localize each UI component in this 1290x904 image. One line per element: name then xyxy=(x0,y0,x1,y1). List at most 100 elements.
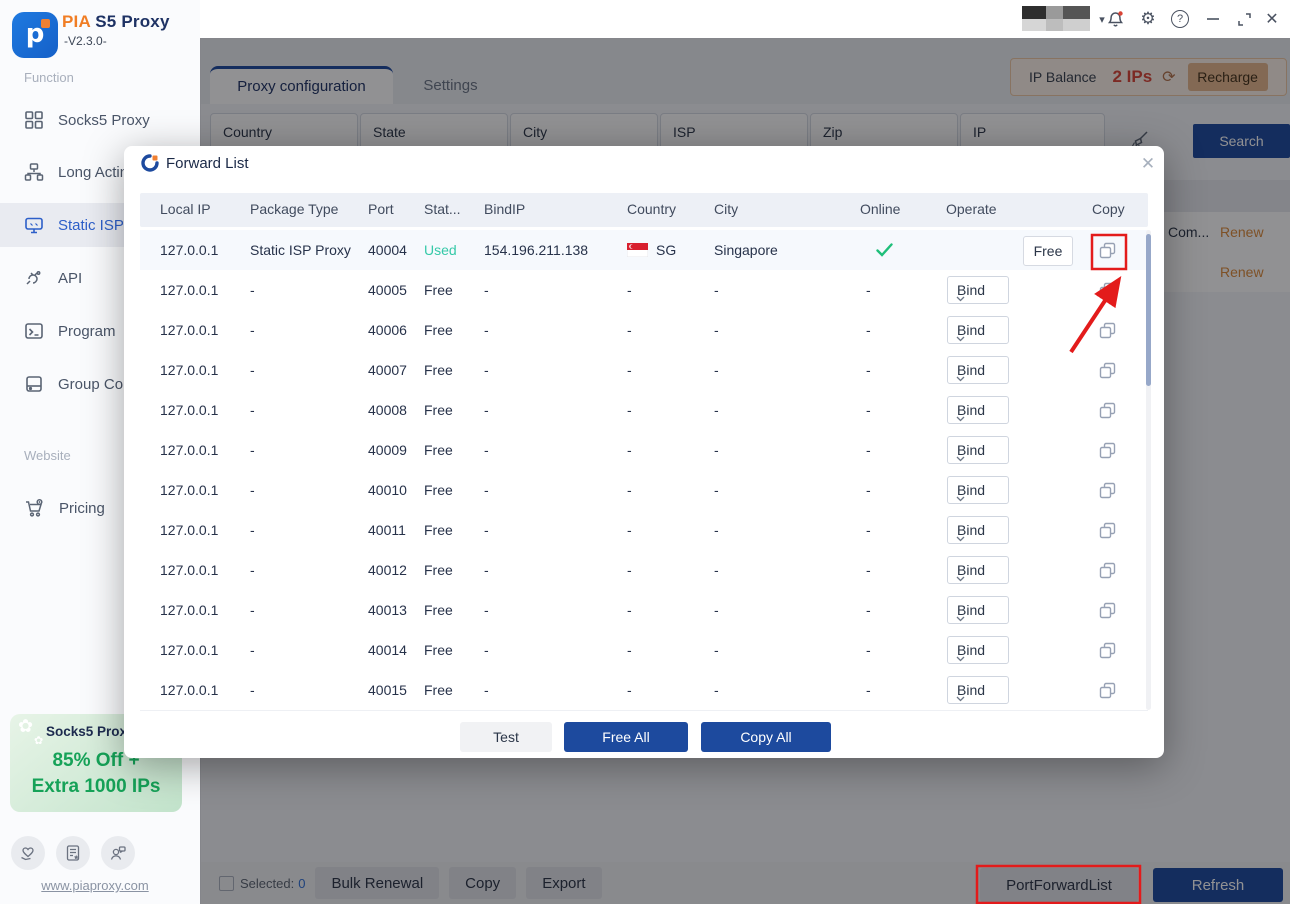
help-icon[interactable]: ? xyxy=(1168,7,1192,31)
bind-select[interactable]: Bind xyxy=(947,276,1009,304)
chevron-down-icon xyxy=(948,489,965,505)
section-website: Website xyxy=(24,448,71,463)
chevron-down-icon xyxy=(948,369,965,385)
bind-select[interactable]: Bind xyxy=(947,316,1009,344)
copy-icon[interactable] xyxy=(1092,355,1122,385)
minimize-button[interactable] xyxy=(1201,7,1225,31)
copy-all-button[interactable]: Copy All xyxy=(701,722,831,752)
forward-table-row: 127.0.0.1-40014Free----Bind xyxy=(140,630,1148,671)
network-icon xyxy=(24,162,44,182)
cell: - xyxy=(866,482,871,498)
cell: - xyxy=(866,362,871,378)
cell: 127.0.0.1 xyxy=(160,402,218,418)
affiliate-button[interactable] xyxy=(11,836,45,870)
cell: - xyxy=(627,602,632,618)
cell: 127.0.0.1 xyxy=(160,322,218,338)
chevron-down-icon xyxy=(948,609,965,625)
copy-icon[interactable] xyxy=(1092,475,1122,505)
cell: - xyxy=(484,322,489,338)
cell: - xyxy=(250,522,255,538)
bind-select[interactable]: Bind xyxy=(947,596,1009,624)
cell: - xyxy=(714,362,719,378)
cell: 40005 xyxy=(368,282,407,298)
support-button[interactable] xyxy=(101,836,135,870)
bind-select[interactable]: Bind xyxy=(947,676,1009,704)
column-header: Stat... xyxy=(424,201,461,217)
flower-icon: ✿ xyxy=(18,716,33,737)
cell: - xyxy=(627,322,632,338)
cell: - xyxy=(866,562,871,578)
copy-icon[interactable] xyxy=(1092,395,1122,425)
site-link[interactable]: www.piaproxy.com xyxy=(0,878,190,893)
forward-table-row: 127.0.0.1-40012Free----Bind xyxy=(140,550,1148,591)
app-title: PIA S5 Proxy xyxy=(62,12,170,32)
copy-icon[interactable] xyxy=(1092,595,1122,625)
forward-table-row: 127.0.0.1-40007Free----Bind xyxy=(140,350,1148,391)
cell: - xyxy=(484,402,489,418)
sidebar-item-socks5-proxy[interactable]: Socks5 Proxy xyxy=(0,98,200,142)
monitor-icon xyxy=(24,215,44,235)
free-all-button[interactable]: Free All xyxy=(564,722,688,752)
cell: - xyxy=(250,362,255,378)
forward-table-row: 127.0.0.1Static ISP Proxy40004Used154.19… xyxy=(140,230,1148,271)
cell: 40013 xyxy=(368,602,407,618)
copy-icon[interactable] xyxy=(1092,555,1122,585)
scrollbar-thumb[interactable] xyxy=(1146,234,1151,386)
cell: Free xyxy=(424,562,453,578)
cell: - xyxy=(250,682,255,698)
cell: - xyxy=(866,522,871,538)
cell: - xyxy=(484,442,489,458)
close-button[interactable]: ✕ xyxy=(1260,7,1284,31)
column-header: BindIP xyxy=(484,201,525,217)
cell: - xyxy=(250,602,255,618)
cell: 127.0.0.1 xyxy=(160,482,218,498)
column-header: Package Type xyxy=(250,201,338,217)
column-header: Country xyxy=(627,201,676,217)
cell: - xyxy=(484,362,489,378)
cell: Free xyxy=(424,282,453,298)
docs-button[interactable] xyxy=(56,836,90,870)
maximize-button[interactable] xyxy=(1232,7,1256,31)
cell: - xyxy=(250,562,255,578)
bind-select[interactable]: Bind xyxy=(947,636,1009,664)
cell: 40011 xyxy=(368,522,406,538)
bind-select[interactable]: Bind xyxy=(947,436,1009,464)
doc-star-icon xyxy=(64,844,82,862)
copy-icon[interactable] xyxy=(1092,675,1122,705)
user-account-redacted[interactable] xyxy=(1022,6,1090,31)
free-button[interactable]: Free xyxy=(1023,236,1073,266)
test-button[interactable]: Test xyxy=(460,722,552,752)
copy-icon[interactable] xyxy=(1092,275,1122,305)
cell: - xyxy=(250,282,255,298)
bind-select[interactable]: Bind xyxy=(947,556,1009,584)
plug-icon xyxy=(24,268,44,288)
bind-select[interactable]: Bind xyxy=(947,476,1009,504)
bind-select[interactable]: Bind xyxy=(947,356,1009,384)
cell: - xyxy=(627,442,632,458)
chevron-down-icon xyxy=(948,569,965,585)
cell: - xyxy=(714,642,719,658)
cell: - xyxy=(484,682,489,698)
cell: Free xyxy=(424,362,453,378)
cart-icon xyxy=(24,498,45,518)
cell: - xyxy=(866,442,871,458)
bind-select[interactable]: Bind xyxy=(947,396,1009,424)
cell: - xyxy=(714,682,719,698)
forward-table-header: Local IPPackage TypePortStat...BindIPCou… xyxy=(140,193,1148,227)
copy-icon[interactable] xyxy=(1092,235,1122,265)
cell: - xyxy=(866,642,871,658)
bell-icon[interactable] xyxy=(1103,7,1127,31)
online-check-icon xyxy=(876,243,893,260)
copy-icon[interactable] xyxy=(1092,315,1122,345)
sidebar-item-label: Socks5 Proxy xyxy=(58,112,150,129)
modal-close-icon[interactable]: ✕ xyxy=(1136,152,1160,176)
copy-icon[interactable] xyxy=(1092,435,1122,465)
cell: 40010 xyxy=(368,482,407,498)
gear-icon[interactable]: ⚙ xyxy=(1136,7,1160,31)
copy-icon[interactable] xyxy=(1092,515,1122,545)
bind-select[interactable]: Bind xyxy=(947,516,1009,544)
cell: - xyxy=(484,282,489,298)
cell: - xyxy=(627,282,632,298)
copy-icon[interactable] xyxy=(1092,635,1122,665)
cell: 127.0.0.1 xyxy=(160,442,218,458)
